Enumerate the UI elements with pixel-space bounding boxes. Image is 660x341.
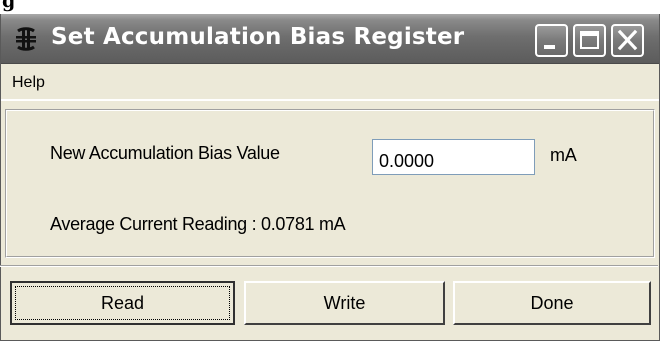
app-icon bbox=[16, 27, 36, 51]
maximize-button[interactable] bbox=[573, 24, 606, 57]
window-title: Set Accumulation Bias Register bbox=[51, 24, 465, 50]
close-button[interactable] bbox=[611, 24, 644, 57]
menu-bar: Help bbox=[1, 65, 659, 101]
button-divider bbox=[0, 265, 658, 267]
focus-rectangle bbox=[15, 286, 230, 320]
title-bar[interactable]: Set Accumulation Bias Register bbox=[1, 14, 659, 64]
bias-value-label: New Accumulation Bias Value bbox=[50, 143, 280, 163]
bias-unit-label: mA bbox=[550, 145, 577, 165]
close-icon bbox=[617, 29, 638, 51]
bias-value-input[interactable] bbox=[372, 139, 535, 175]
top-cropped-text: g bbox=[0, 0, 660, 14]
settings-group bbox=[5, 109, 655, 258]
done-button[interactable]: Done bbox=[453, 281, 651, 325]
done-button-label: Done bbox=[530, 293, 574, 313]
minimize-button[interactable] bbox=[535, 24, 568, 57]
average-current-reading: Average Current Reading : 0.0781 mA bbox=[50, 214, 346, 234]
menu-item-help[interactable]: Help bbox=[12, 74, 45, 92]
write-button-label: Write bbox=[323, 293, 366, 313]
maximize-icon bbox=[580, 31, 599, 49]
write-button[interactable]: Write bbox=[244, 281, 445, 325]
minimize-icon bbox=[544, 45, 555, 49]
read-button[interactable]: Read bbox=[10, 281, 235, 325]
